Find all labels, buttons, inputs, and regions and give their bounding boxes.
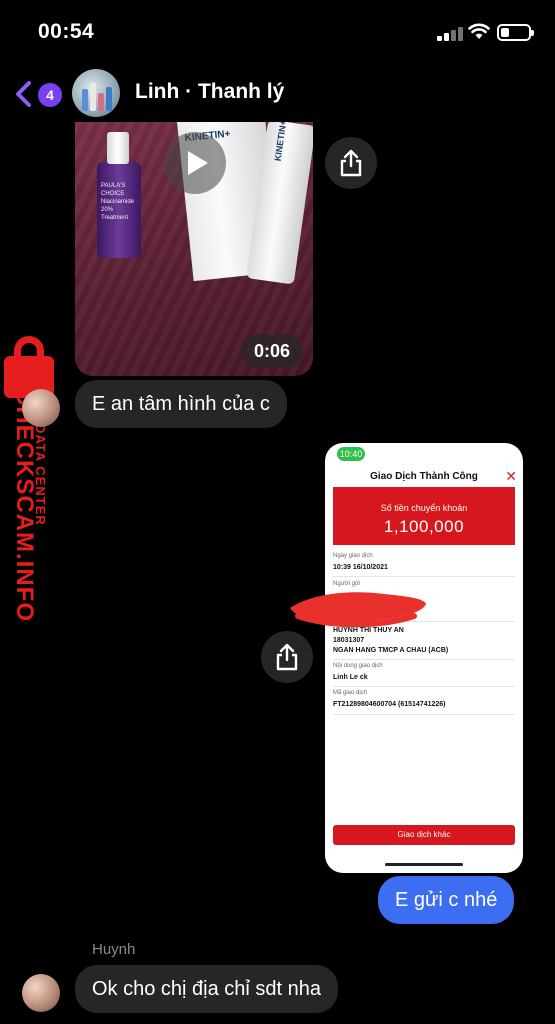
watermark: CHECKSCAM.INFO DATA CENTER: [0, 334, 68, 622]
outgoing-message[interactable]: E gửi c nhé: [378, 876, 515, 924]
product-label-3: KINETIN+: [272, 122, 289, 162]
video-message[interactable]: PAULA'S CHOICE Niacinamide 20% Treatment…: [75, 122, 313, 376]
watermark-subtext: DATA CENTER: [33, 424, 48, 526]
share-icon: [276, 643, 298, 671]
receiver-bank: NGAN HANG TMCP A CHAU (ACB): [333, 647, 449, 654]
incoming-message[interactable]: Ok cho chị địa chỉ sdt nha: [75, 965, 339, 1013]
amount-label: Số tiền chuyển khoản: [380, 503, 468, 513]
chat-header: 4 Linh · Thanh lý: [0, 62, 555, 124]
transaction-title: Giao Dịch Thành Công: [370, 471, 478, 482]
cellular-signal-icon: [437, 27, 463, 41]
home-indicator: [385, 863, 463, 866]
screenshot-time: 10:40: [337, 447, 365, 461]
incoming-message[interactable]: E an tâm hình của c: [75, 380, 287, 428]
transfer-amount: 1,100,000: [383, 517, 465, 536]
date-label: Ngày giao dịch: [333, 553, 373, 559]
wifi-icon: [468, 23, 490, 39]
unread-count-badge: 4: [38, 83, 62, 107]
amount-banner: Số tiền chuyển khoản 1,100,000: [333, 487, 515, 545]
sender-avatar[interactable]: [22, 974, 60, 1012]
bank-transfer-screenshot[interactable]: 10:40 Giao Dịch Thành Công ✕ Số tiền chu…: [325, 443, 523, 873]
other-transaction-button: Giao dịch khác: [333, 825, 515, 845]
contact-avatar[interactable]: [72, 69, 120, 117]
sender-avatar[interactable]: [22, 389, 60, 427]
battery-icon: [497, 24, 534, 41]
share-video-button[interactable]: [325, 137, 377, 189]
video-duration: 0:06: [241, 334, 303, 368]
share-icon: [340, 149, 362, 177]
code-value: FT21289804600704 (61514741226): [333, 701, 446, 708]
close-icon: ✕: [505, 468, 517, 484]
redaction-scribble: [290, 592, 426, 628]
share-image-button[interactable]: [261, 631, 313, 683]
screenshot-status-bar: 10:40: [325, 443, 523, 465]
status-time: 00:54: [38, 20, 95, 43]
date-value: 10:39 16/10/2021: [333, 564, 388, 571]
back-button[interactable]: 4: [14, 80, 62, 108]
battery-level: [501, 28, 509, 37]
receiver-account: 18031307: [333, 637, 365, 644]
product-label-1: PAULA'S CHOICE Niacinamide 20% Treatment: [101, 183, 135, 221]
content-value: Linh Le ck: [333, 674, 368, 681]
content-label: Nội dung giao dịch: [333, 663, 383, 669]
status-bar: 00:54: [0, 0, 555, 62]
product-bottle-image: PAULA'S CHOICE Niacinamide 20% Treatment: [97, 132, 141, 258]
chat-title[interactable]: Linh · Thanh lý: [135, 80, 284, 104]
play-icon[interactable]: [164, 132, 226, 194]
code-label: Mã giao dịch: [333, 690, 368, 696]
chevron-left-icon: [16, 81, 31, 107]
sender-name: Huynh: [92, 941, 136, 958]
